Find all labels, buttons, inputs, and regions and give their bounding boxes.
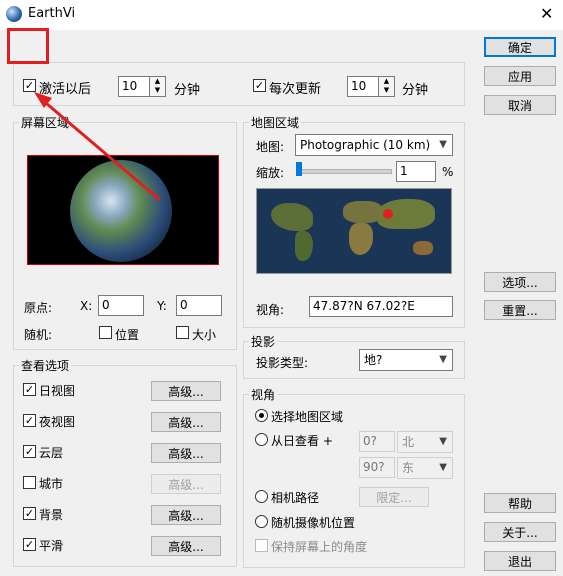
annotation-arrow-icon [34, 92, 161, 202]
